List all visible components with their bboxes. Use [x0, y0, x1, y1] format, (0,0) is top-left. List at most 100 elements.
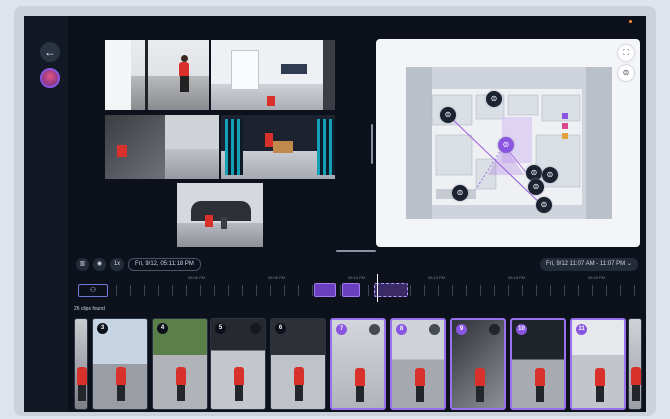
timeline-tick: [172, 285, 173, 296]
camera-icon: [250, 323, 261, 334]
timeline-tick: [256, 285, 257, 296]
view-toggle-button[interactable]: ◉: [93, 258, 106, 271]
playback-speed-button[interactable]: 1x: [110, 258, 124, 271]
timeline-tick: [424, 285, 425, 296]
timeline-tick: [452, 285, 453, 296]
clip-thumbnail[interactable]: [74, 318, 88, 410]
timeline-tick: [298, 285, 299, 296]
floor-map[interactable]: ⛶ ⊜ ⊜ ⊜ ⊜ ⊜ ⊜ ⊜ ⊜ ⊜: [376, 39, 640, 247]
tick-label: 05:08 PM: [268, 275, 286, 280]
clip-thumbnail[interactable]: 6: [270, 318, 326, 410]
clip-thumbnail[interactable]: 11: [570, 318, 626, 410]
camera-filter-button[interactable]: ⊜: [618, 65, 634, 81]
clip-number-badge: 11: [576, 324, 587, 335]
person-figure: [176, 367, 186, 385]
map-camera-marker-7[interactable]: ⊜: [452, 185, 468, 201]
timeline-tick: [116, 285, 117, 296]
fullscreen-icon: ⛶: [623, 48, 629, 57]
clip-number-badge: 10: [516, 324, 527, 335]
back-button[interactable]: ←: [40, 42, 60, 62]
clip-thumbnail[interactable]: 8: [390, 318, 446, 410]
current-time-picker[interactable]: Fri, 9/12, 05:11:18 PM: [128, 258, 201, 271]
time-range-picker[interactable]: Fri, 9/12 11:07 AM - 11:07 PM ⌄: [540, 258, 638, 271]
clip-thumbnail[interactable]: [628, 318, 642, 410]
person-figure: [116, 367, 126, 385]
timeline-tick: [214, 285, 215, 296]
clip-thumbnail[interactable]: 7: [330, 318, 386, 410]
timeline-track[interactable]: [76, 282, 646, 298]
person-figure: [77, 367, 87, 385]
map-camera-marker-8[interactable]: ⊜: [536, 197, 552, 213]
map-camera-marker-1[interactable]: ⊜: [440, 107, 456, 123]
camera-icon: [429, 324, 440, 335]
person-legs: [78, 385, 86, 401]
person-legs: [295, 385, 303, 401]
person-filter-button[interactable]: ⚇: [78, 284, 108, 297]
timeline-tick: [620, 285, 621, 296]
timeline-tick: [284, 285, 285, 296]
camera-icon: ⊜: [502, 140, 510, 149]
camera-icon: [369, 324, 380, 335]
fullscreen-button[interactable]: ⛶: [618, 45, 634, 61]
map-camera-marker-6[interactable]: ⊜: [528, 179, 544, 195]
clip-number-badge: 6: [275, 323, 286, 334]
clip-thumbnail[interactable]: 10: [510, 318, 566, 410]
timeline-tick: [438, 285, 439, 296]
clip-thumbnail[interactable]: 9: [450, 318, 506, 410]
timeline-tick: [200, 285, 201, 296]
camera-icon: ⊜: [456, 188, 464, 197]
camera-feed-5[interactable]: [176, 182, 264, 248]
timeline-tick: [242, 285, 243, 296]
timeline-tick: [368, 285, 369, 296]
timeline-tick: [466, 285, 467, 296]
avatar[interactable]: [40, 68, 60, 88]
person-legs: [416, 386, 424, 402]
timeline-tick: [550, 285, 551, 296]
timeline-tick: [494, 285, 495, 296]
clip-number-badge: 3: [97, 323, 108, 334]
person-figure: [595, 368, 605, 386]
person-figure: [535, 368, 545, 386]
timeline-tick: [508, 285, 509, 296]
camera-icon: ⊜: [546, 170, 554, 179]
map-camera-marker-5[interactable]: ⊜: [542, 167, 558, 183]
speed-label: 1x: [113, 261, 121, 267]
person-legs: [596, 386, 604, 402]
map-camera-marker-2[interactable]: ⊜: [486, 91, 502, 107]
timeline-tick: [186, 285, 187, 296]
grid-icon: ▥: [79, 261, 86, 267]
timeline-playhead[interactable]: [377, 274, 378, 302]
camera-feed-1[interactable]: [104, 39, 210, 111]
person-icon: ⚇: [89, 287, 97, 294]
clip-number-badge: 4: [157, 323, 168, 334]
clip-thumbnail[interactable]: 3: [92, 318, 148, 410]
tick-label: 05:20 PM: [588, 275, 606, 280]
layout-button[interactable]: ▥: [76, 258, 89, 271]
person-figure: [415, 368, 425, 386]
timeline-tick: [522, 285, 523, 296]
timeline-clip-segment-active[interactable]: [374, 283, 408, 297]
panel-resize-handle-vertical[interactable]: [371, 124, 373, 164]
camera-feed-2[interactable]: [210, 39, 336, 111]
map-camera-marker-3[interactable]: ⊜: [498, 137, 514, 153]
camera-feed-4[interactable]: [220, 114, 336, 180]
camera-icon: ⊜: [444, 110, 452, 119]
timeline-clip-segment[interactable]: [314, 283, 336, 297]
person-figure: [234, 367, 244, 385]
recording-indicator: [629, 20, 632, 23]
clip-thumbnail[interactable]: 4: [152, 318, 208, 410]
timeline-tick: [578, 285, 579, 296]
timeline-tick: [634, 285, 635, 296]
person-legs: [117, 385, 125, 401]
camera-icon: ⊜: [532, 182, 540, 191]
timeline-clip-segment[interactable]: [342, 283, 360, 297]
camera-icon: [489, 324, 500, 335]
eye-icon: ◉: [96, 261, 103, 267]
timeline-tick: [228, 285, 229, 296]
camera-feed-3[interactable]: [104, 114, 220, 180]
panel-resize-handle-horizontal[interactable]: [336, 250, 376, 252]
sidebar: ←: [24, 16, 68, 412]
clip-thumbnail[interactable]: 5: [210, 318, 266, 410]
chevron-down-icon: ⌄: [626, 261, 632, 267]
timeline-tick: [480, 285, 481, 296]
